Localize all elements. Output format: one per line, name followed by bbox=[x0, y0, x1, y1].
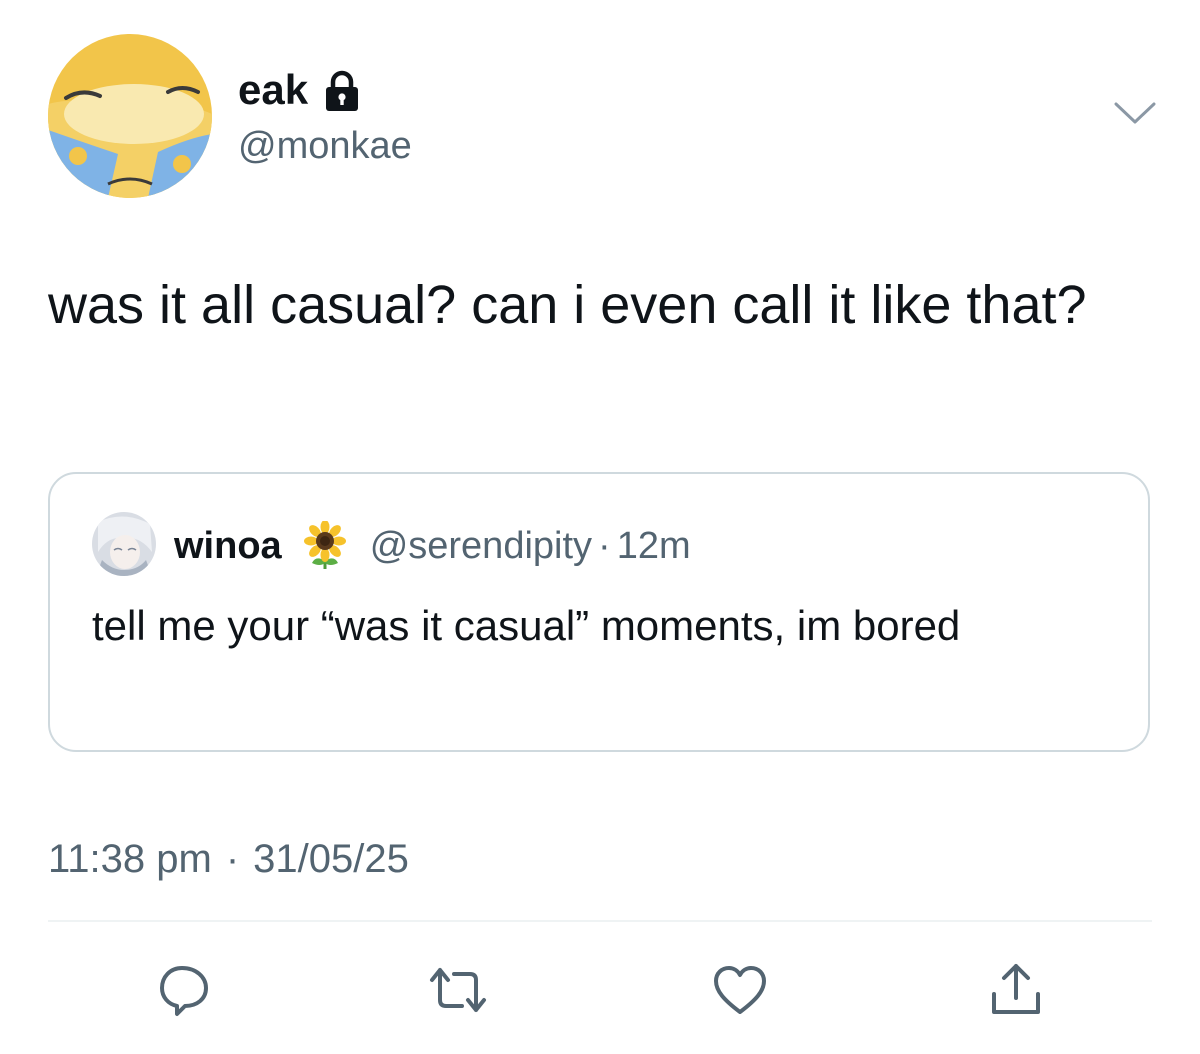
timestamp-time: 11:38 pm bbox=[48, 837, 212, 881]
quoted-tweet-card[interactable]: winoa @serendipity · 12m tell me your “w… bbox=[48, 472, 1150, 752]
avatar-illustration bbox=[48, 34, 212, 198]
author-display-name[interactable]: eak bbox=[238, 64, 308, 116]
heart-icon bbox=[714, 966, 766, 1014]
timestamp-separator: · bbox=[225, 837, 240, 881]
share-icon bbox=[992, 964, 1040, 1014]
quoted-display-name[interactable]: winoa bbox=[174, 525, 282, 568]
author-handle[interactable]: @monkae bbox=[238, 122, 412, 170]
quoted-time[interactable]: 12m bbox=[617, 525, 691, 568]
lock-icon bbox=[320, 68, 364, 112]
quoted-handle[interactable]: @serendipity bbox=[370, 525, 592, 568]
quoted-author-avatar[interactable] bbox=[92, 512, 156, 576]
quoted-tweet-header: winoa @serendipity · 12m bbox=[174, 518, 691, 574]
like-button[interactable] bbox=[708, 958, 772, 1022]
reply-icon bbox=[160, 966, 208, 1016]
author-avatar[interactable] bbox=[48, 34, 212, 198]
tweet-timestamp[interactable]: 11:38 pm · 31/05/25 bbox=[48, 834, 409, 884]
timestamp-date: 31/05/25 bbox=[253, 837, 409, 881]
retweet-button[interactable] bbox=[426, 958, 490, 1022]
share-button[interactable] bbox=[984, 958, 1048, 1022]
quoted-separator: · bbox=[598, 524, 611, 567]
quoted-tweet-text: tell me your “was it casual” moments, im… bbox=[92, 602, 961, 649]
tweet-text: was it all casual? can i even call it li… bbox=[48, 275, 1087, 335]
reply-button[interactable] bbox=[152, 958, 216, 1022]
sunflower-icon bbox=[302, 520, 348, 571]
actions-divider bbox=[48, 920, 1152, 922]
author-display-name-row[interactable]: eak bbox=[238, 64, 364, 116]
chevron-down-icon[interactable] bbox=[1112, 98, 1158, 128]
retweet-icon bbox=[430, 968, 486, 1012]
